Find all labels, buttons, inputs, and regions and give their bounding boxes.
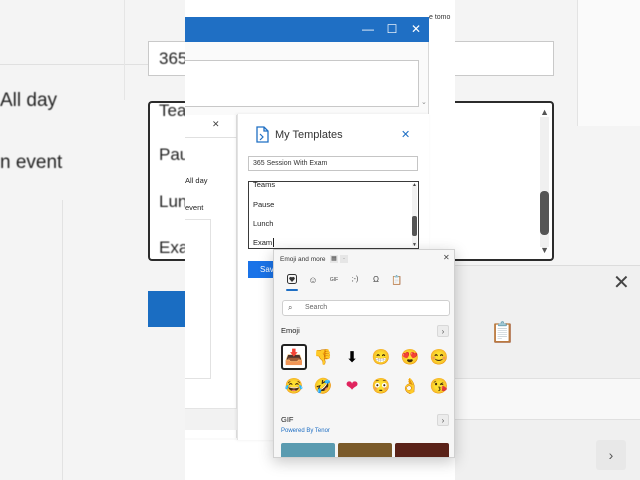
template-line: Exam (253, 238, 273, 247)
gif-thumbnail[interactable] (395, 443, 449, 457)
bg-field-text: 365 (159, 49, 185, 68)
event-label: event (185, 203, 204, 212)
bg-field (455, 41, 554, 76)
close-panel-icon[interactable]: ✕ (212, 119, 220, 130)
bg-event-text: n event (0, 152, 63, 173)
bg-scroll-thumb (540, 191, 549, 235)
emoji-search-input[interactable]: ⌕ Search (282, 300, 450, 316)
event-body-area[interactable] (185, 219, 211, 379)
emoji-cell[interactable]: 😊 (426, 344, 452, 370)
bg-save-button (148, 291, 185, 327)
save-template-button[interactable]: Save (248, 261, 274, 278)
symbols-tab-icon[interactable]: Ω (369, 273, 383, 287)
emoji-grid: 📥 👎 ⬇ 😁 😍 😊 😂 🤣 ❤ 😳 👌 😘 (281, 344, 451, 400)
search-icon: ⌕ (288, 303, 293, 312)
bg-close-icon: ✕ (613, 272, 630, 294)
gif-thumbnail[interactable] (338, 443, 392, 457)
bg-side-panel (577, 0, 640, 126)
bg-line-pause: Paus (159, 145, 185, 164)
template-scrollbar[interactable] (412, 184, 417, 246)
bg-divider (124, 0, 125, 100)
bg-line-teams: Teams (159, 101, 185, 120)
close-templates-icon[interactable]: ✕ (401, 128, 410, 141)
scroll-down-icon[interactable]: ▼ (412, 242, 417, 248)
emoji-cell[interactable]: 👌 (397, 373, 423, 399)
bg-text-box: ▲ ▼ (455, 101, 554, 261)
emoji-cell[interactable]: 😘 (426, 373, 452, 399)
emoji-cell[interactable]: ❤ (339, 373, 365, 399)
bg-line-lunch: Lun (159, 192, 185, 211)
emoji-cell[interactable]: ⬇ (339, 344, 365, 370)
panel-divider (185, 137, 237, 138)
background-left-panel: All day n event Teams Paus Lun Exa 365 (0, 0, 185, 480)
grid-icon[interactable]: ▦ (330, 255, 338, 263)
gif-expand-chevron-icon[interactable]: › (437, 414, 449, 426)
panel-footer (185, 408, 237, 430)
template-scroll-thumb[interactable] (412, 216, 417, 236)
template-line: Lunch (253, 219, 274, 228)
bg-line-exam: Exa (159, 238, 185, 257)
scroll-down-icon[interactable]: ⌄ (421, 98, 427, 106)
gif-thumbnail[interactable] (281, 443, 335, 457)
template-document-icon (255, 126, 269, 143)
bg-search-zoom (455, 378, 640, 420)
bg-chevron-icon: › (596, 440, 626, 470)
event-details-panel: ✕ All day event (185, 115, 237, 438)
bg-text-box (148, 101, 185, 261)
bg-allday-text: All day (0, 90, 58, 111)
bg-scroll-down-icon: ▼ (540, 245, 549, 255)
emoji-cell[interactable]: 😂 (281, 373, 307, 399)
emoji-cell[interactable]: 😁 (368, 344, 394, 370)
template-name-input[interactable]: 365 Session With Exam (248, 156, 418, 171)
bg-top-text: e tomo (429, 14, 451, 21)
background-right-panel: ▲ ▼ ✕ 📋 › (455, 0, 640, 480)
bg-left-column (0, 200, 63, 480)
event-title-field[interactable] (185, 60, 419, 107)
emoji-picker: Emoji and more ▦ · ✕ ☺ GIF ;-) Ω 📋 ⌕ Sea… (273, 249, 455, 458)
bg-clipboard-icon: 📋 (490, 322, 515, 344)
emoji-cell[interactable]: 📥 (281, 344, 307, 370)
smiley-tab-icon[interactable]: ☺ (306, 273, 320, 287)
text-cursor (273, 238, 274, 247)
template-body-textarea[interactable]: Teams Pause Lunch Exam ▲ ▼ (248, 181, 419, 249)
emoji-cell[interactable]: 😍 (397, 344, 423, 370)
emoji-cell[interactable]: 🤣 (310, 373, 336, 399)
emoji-cell[interactable]: 👎 (310, 344, 336, 370)
maximize-icon[interactable]: ☐ (381, 17, 403, 42)
search-placeholder: Search (305, 304, 328, 311)
emoji-cell[interactable]: 😳 (368, 373, 394, 399)
allday-label[interactable]: All day (185, 176, 208, 185)
template-line: Teams (253, 181, 276, 189)
templates-title: My Templates (275, 129, 343, 141)
clipboard-tab-icon[interactable]: 📋 (390, 273, 404, 287)
bg-scroll-up-icon: ▲ (540, 107, 549, 117)
scroll-up-icon[interactable]: ▲ (412, 182, 417, 188)
gif-section-title: GIF (281, 415, 294, 424)
heart-emoji-tab-icon[interactable] (285, 273, 299, 287)
emoji-picker-title: Emoji and more (280, 256, 326, 263)
emoji-section-title: Emoji (281, 326, 300, 335)
template-line: Pause (253, 200, 275, 209)
kaomoji-tab-icon[interactable]: ;-) (348, 273, 362, 287)
gif-tab-icon[interactable]: GIF (327, 273, 341, 287)
emoji-expand-chevron-icon[interactable]: › (437, 325, 449, 337)
tenor-credit[interactable]: Powered By Tenor (281, 428, 330, 434)
close-window-icon[interactable]: ✕ (405, 17, 427, 42)
minimize-icon[interactable]: — (357, 17, 379, 42)
active-tab-indicator (286, 289, 298, 291)
more-icon[interactable]: · (340, 255, 348, 263)
close-emoji-icon[interactable]: ✕ (443, 253, 450, 262)
